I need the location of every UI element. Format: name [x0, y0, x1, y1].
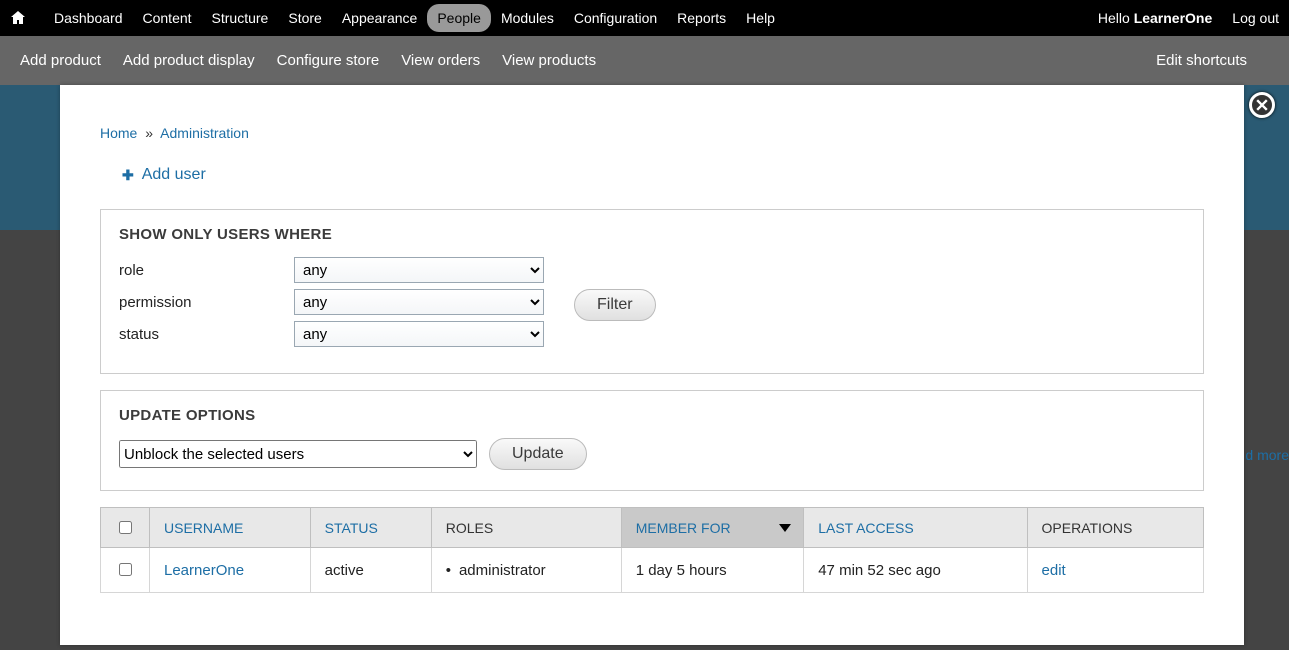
logout-link[interactable]: Log out	[1232, 10, 1279, 26]
shortcut-bar: Add product Add product display Configure …	[0, 36, 1289, 85]
toolbar-item-people[interactable]: People	[427, 4, 491, 32]
add-user-label: Add user	[142, 166, 206, 184]
col-checkbox	[101, 508, 150, 548]
col-username[interactable]: USERNAME	[150, 508, 311, 548]
filter-panel-title: SHOW ONLY USERS WHERE	[119, 226, 1185, 243]
filter-status-select[interactable]: any	[294, 321, 544, 347]
toolbar-item-help[interactable]: Help	[736, 4, 785, 32]
breadcrumb-sep: »	[145, 125, 153, 141]
update-panel: UPDATE OPTIONS Unblock the selected user…	[100, 390, 1204, 491]
filter-role-label: role	[119, 262, 294, 279]
shortcut-add-product[interactable]: Add product	[20, 52, 101, 69]
admin-toolbar: DashboardContentStructureStoreAppearance…	[0, 0, 1289, 36]
toolbar-menu: DashboardContentStructureStoreAppearance…	[44, 4, 785, 32]
filter-role-select[interactable]: any	[294, 257, 544, 283]
plus-icon: ✚	[122, 167, 134, 184]
toolbar-item-content[interactable]: Content	[133, 4, 202, 32]
breadcrumb-home[interactable]: Home	[100, 125, 137, 141]
col-status[interactable]: STATUS	[310, 508, 431, 548]
filter-status-label: status	[119, 326, 294, 343]
home-icon[interactable]	[10, 10, 26, 26]
col-member-for[interactable]: MEMBER FOR	[621, 508, 804, 548]
hello-username: LearnerOne	[1134, 10, 1213, 26]
shortcut-view-orders[interactable]: View orders	[401, 52, 480, 69]
shortcut-configure-store[interactable]: Configure store	[277, 52, 380, 69]
shortcut-view-products[interactable]: View products	[502, 52, 596, 69]
col-last-access[interactable]: LAST ACCESS	[804, 508, 1027, 548]
sort-desc-icon	[779, 524, 791, 532]
toolbar-item-structure[interactable]: Structure	[202, 4, 279, 32]
update-panel-title: UPDATE OPTIONS	[119, 407, 1185, 424]
toolbar-item-dashboard[interactable]: Dashboard	[44, 4, 133, 32]
update-button[interactable]: Update	[489, 438, 587, 470]
col-operations: OPERATIONS	[1027, 508, 1203, 548]
select-all-checkbox[interactable]	[119, 521, 132, 534]
row-checkbox[interactable]	[119, 563, 132, 576]
toolbar-item-modules[interactable]: Modules	[491, 4, 564, 32]
row-edit-link[interactable]: edit	[1042, 562, 1066, 579]
table-row: LearnerOne activeadministrator1 day 5 hou…	[101, 548, 1204, 593]
row-status: active	[310, 548, 431, 593]
row-last-access: 47 min 52 sec ago	[804, 548, 1027, 593]
toolbar-item-reports[interactable]: Reports	[667, 4, 736, 32]
filter-permission-select[interactable]: any	[294, 289, 544, 315]
toolbar-item-configuration[interactable]: Configuration	[564, 4, 667, 32]
hello-text: Hello LearnerOne	[1098, 10, 1212, 26]
toolbar-item-appearance[interactable]: Appearance	[332, 4, 428, 32]
col-roles: ROLES	[431, 508, 621, 548]
shortcut-add-product-display[interactable]: Add product display	[123, 52, 255, 69]
filter-panel: SHOW ONLY USERS WHERE role any permissio…	[100, 209, 1204, 374]
overlay-content: Home » Administration ✚ Add user SHOW ON…	[60, 85, 1244, 645]
edit-shortcuts-link[interactable]: Edit shortcuts	[1156, 52, 1247, 69]
add-user-link[interactable]: ✚ Add user	[122, 166, 206, 184]
breadcrumb: Home » Administration	[100, 125, 1204, 141]
breadcrumb-admin[interactable]: Administration	[160, 125, 249, 141]
toolbar-item-store[interactable]: Store	[278, 4, 331, 32]
filter-permission-label: permission	[119, 294, 294, 311]
filter-button[interactable]: Filter	[574, 289, 656, 321]
users-table: USERNAME STATUS ROLES MEMBER FOR LAST AC…	[100, 507, 1204, 593]
hello-prefix: Hello	[1098, 10, 1134, 26]
update-action-select[interactable]: Unblock the selected users	[119, 440, 477, 468]
row-roles: administrator	[431, 548, 621, 593]
row-username[interactable]: LearnerOne	[164, 562, 244, 579]
background-more-link[interactable]: d more	[1245, 447, 1289, 463]
row-member-for: 1 day 5 hours	[621, 548, 804, 593]
close-icon[interactable]	[1249, 92, 1275, 118]
